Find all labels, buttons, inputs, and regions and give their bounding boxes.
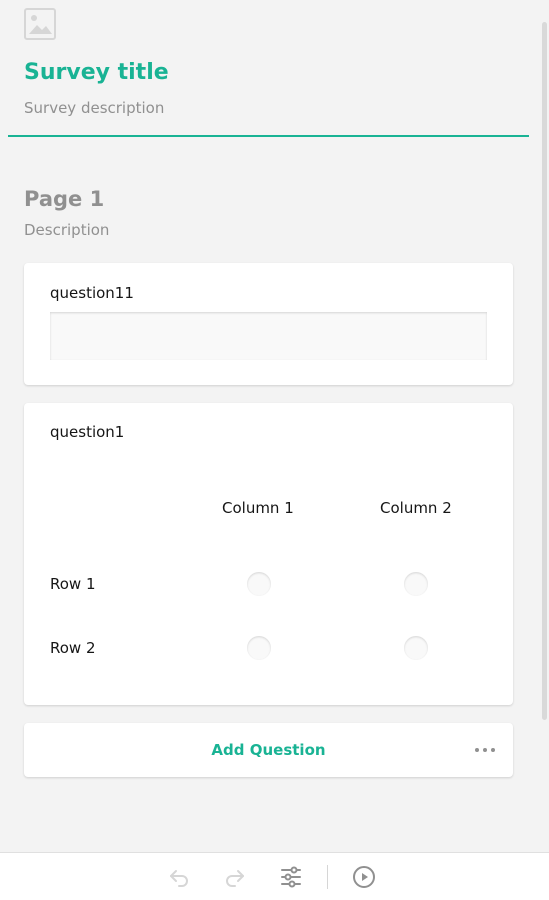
page-description[interactable]: Description bbox=[24, 219, 109, 241]
matrix-row-label: Row 2 bbox=[50, 639, 96, 657]
matrix-radio-r2-c1[interactable] bbox=[247, 636, 271, 660]
page-title[interactable]: Page 1 bbox=[24, 184, 104, 214]
survey-design-surface: Survey title Survey description Page 1 D… bbox=[0, 0, 549, 852]
scrollbar[interactable] bbox=[542, 22, 547, 720]
question-card-matrix[interactable]: question1 Column 1 Column 2 Row 1 Row 2 bbox=[24, 403, 513, 705]
survey-title[interactable]: Survey title bbox=[24, 58, 169, 88]
toolbar-separator bbox=[327, 865, 328, 889]
undo-icon[interactable] bbox=[167, 865, 191, 889]
header-divider bbox=[8, 135, 529, 137]
more-options-icon[interactable] bbox=[473, 740, 497, 760]
matrix-radio-r2-c2[interactable] bbox=[404, 636, 428, 660]
settings-icon[interactable] bbox=[279, 865, 303, 889]
preview-icon[interactable] bbox=[352, 865, 376, 889]
matrix-row-label: Row 1 bbox=[50, 575, 96, 593]
add-question-button[interactable]: Add Question bbox=[24, 723, 513, 777]
question-title[interactable]: question11 bbox=[50, 282, 134, 304]
survey-description[interactable]: Survey description bbox=[24, 97, 164, 119]
redo-icon[interactable] bbox=[223, 865, 247, 889]
question-title[interactable]: question1 bbox=[50, 421, 124, 443]
matrix-column-header: Column 1 bbox=[222, 499, 294, 517]
matrix-column-header: Column 2 bbox=[380, 499, 452, 517]
matrix-radio-r1-c2[interactable] bbox=[404, 572, 428, 596]
bottom-toolbar bbox=[0, 852, 549, 900]
question-card-text[interactable]: question11 bbox=[24, 263, 513, 385]
text-answer-input[interactable] bbox=[50, 312, 487, 360]
matrix-radio-r1-c1[interactable] bbox=[247, 572, 271, 596]
image-placeholder-icon[interactable] bbox=[24, 8, 56, 40]
add-question-bar: Add Question bbox=[24, 723, 513, 777]
